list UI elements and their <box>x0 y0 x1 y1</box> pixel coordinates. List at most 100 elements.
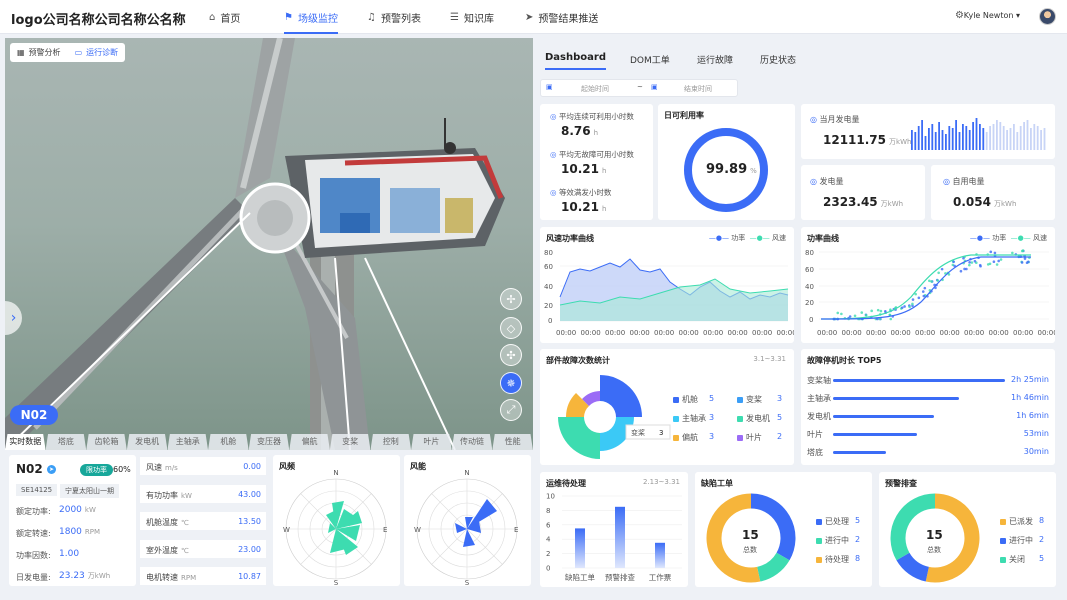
avatar[interactable] <box>1039 8 1056 25</box>
stop-top5-card: 故障停机时长 TOP5 变桨轴 2h 25min 主轴承 1h 46min 发电机 1h … <box>801 349 1055 465</box>
defect-total: 15 <box>742 528 759 542</box>
scatter-point <box>836 312 839 315</box>
spark-bar <box>945 134 947 150</box>
date-range-picker[interactable]: ▣ 起始时间 ~ ▣ 结束时间 <box>540 79 738 97</box>
subtab-0[interactable]: 实时数据 <box>5 434 46 450</box>
scatter-point <box>901 306 904 309</box>
legend-value: 2 <box>1039 535 1044 544</box>
top5-value: 1h 46min <box>1011 393 1049 402</box>
subtab-2[interactable]: 齿轮箱 <box>86 434 127 450</box>
subtab-6[interactable]: 变压器 <box>249 434 290 450</box>
cube-icon[interactable]: ◇ <box>500 317 522 339</box>
turbine-view-icon[interactable]: ✢ <box>500 288 522 310</box>
spark-bar <box>993 124 995 150</box>
wind-frequency-rose: 风频 N E S W <box>273 455 400 586</box>
spark-bar <box>1030 128 1032 150</box>
legend-value: 5 <box>777 413 782 422</box>
x-tick: 00:00 <box>728 329 748 337</box>
info-value: 2000 kW <box>59 505 96 515</box>
subtab-7[interactable]: 偏航 <box>289 434 330 450</box>
tab-dashboard[interactable]: Dashboard <box>545 52 606 63</box>
power-percent: 60% <box>113 465 131 474</box>
subtab-4[interactable]: 主轴承 <box>167 434 208 450</box>
x-tick: 00:00 <box>752 329 772 337</box>
legend-value: 2 <box>777 432 782 441</box>
nav-warning-list[interactable]: ♫ 预警列表 <box>367 0 421 34</box>
param-value: 43.00 <box>238 490 261 499</box>
x-tick: 00:00 <box>1038 329 1056 337</box>
svg-text:40: 40 <box>544 283 553 291</box>
svg-text:80: 80 <box>544 249 553 257</box>
analysis-button[interactable]: ▦ 预警分析 <box>10 43 68 62</box>
info-label: 功率因数: <box>16 550 51 561</box>
top5-bar <box>833 397 959 400</box>
legend-value: 8 <box>855 554 860 563</box>
ops-bar-chart: 1086420缺陷工单 预警排查 工作票 <box>540 472 688 587</box>
scatter-point <box>937 271 940 274</box>
parts-fault-card: 部件故障次数统计 3.1~3.31 变桨 3 机舱 5 变桨 3 主轴承 3 发电机 5 偏航 3… <box>540 349 794 465</box>
end-date-input[interactable]: 结束时间 <box>684 84 712 94</box>
network-icon[interactable]: ✵ <box>500 372 522 394</box>
tab-history[interactable]: 历史状态 <box>760 53 796 66</box>
spark-bar <box>969 130 971 150</box>
month-generation-value: 12111.75 万kWh <box>823 133 911 147</box>
hours-value: 10.21 h <box>561 200 606 214</box>
svg-text:0: 0 <box>809 316 813 324</box>
legend-value: 5 <box>1039 554 1044 563</box>
x-tick: 00:00 <box>654 329 674 337</box>
home-icon: ⌂ <box>209 12 215 23</box>
info-label: 额定转速: <box>16 528 51 539</box>
spark-bar <box>938 122 940 150</box>
x-tick: 工作票 <box>649 572 672 582</box>
info-value: 1800 RPM <box>59 527 100 537</box>
lightning-icon: ◎ <box>810 115 817 124</box>
subtab-5[interactable]: 机舱 <box>208 434 249 450</box>
top-bar: logo公司名称公司名称公名称 ⌂ 首页 ⚑ 场级监控 ♫ 预警列表 ☰ 知识库 ➤ 预警… <box>0 0 1067 34</box>
turbine-name: N02 <box>16 462 43 476</box>
warning-total: 15 <box>926 528 943 542</box>
y-tick: 4 <box>546 536 551 544</box>
clock-icon: ◎ <box>550 188 559 197</box>
svg-text:20: 20 <box>805 299 814 307</box>
tab-dom[interactable]: DOM工单 <box>630 53 670 66</box>
rose2-s: S <box>465 579 470 586</box>
nav-home[interactable]: ⌂ 首页 <box>209 0 240 34</box>
turbine-info-card: N02 ➤ 限功率 60% SE14125 宁夏太阳山一期 额定功率: 2000 k… <box>9 455 136 586</box>
tab-faults[interactable]: 运行故障 <box>697 53 733 66</box>
subtab-10[interactable]: 叶片 <box>411 434 452 450</box>
subtab-11[interactable]: 传动链 <box>452 434 493 450</box>
nav-push[interactable]: ➤ 预警结果推送 <box>525 0 598 34</box>
svg-text:0: 0 <box>548 317 552 325</box>
legend-value: 2 <box>855 535 860 544</box>
gear-icon[interactable]: ⚙ <box>955 10 964 21</box>
rose1-s: S <box>334 579 339 586</box>
subtab-9[interactable]: 控制 <box>370 434 411 450</box>
top5-bar <box>833 433 917 436</box>
nav-knowledge[interactable]: ☰ 知识库 <box>450 0 494 34</box>
scatter-point <box>1011 252 1014 255</box>
self-use-card: ◎ 自用电量 0.054 万kWh <box>931 165 1055 220</box>
scatter-point <box>911 303 914 306</box>
scatter-point <box>936 279 939 282</box>
turbine-3d-viewer[interactable]: ▦ 预警分析 ▭ 运行诊断 ✢ ◇ ✣ ✵ ⤢ › N02 <box>5 38 533 450</box>
spark-bar <box>1020 126 1022 150</box>
diagnosis-button[interactable]: ▭ 运行诊断 <box>68 43 126 62</box>
subtab-8[interactable]: 变桨 <box>330 434 371 450</box>
wind-energy-rose: 风能 N E S W <box>404 455 531 586</box>
subtab-3[interactable]: 发电机 <box>127 434 168 450</box>
fullscreen-icon[interactable]: ⤢ <box>500 399 522 421</box>
fan-icon[interactable]: ✣ <box>500 344 522 366</box>
spark-bar <box>1010 128 1012 150</box>
spark-bar <box>928 128 930 150</box>
scatter-point <box>1024 257 1027 260</box>
subtab-1[interactable]: 塔底 <box>46 434 87 450</box>
start-date-input[interactable]: 起始时间 <box>581 84 609 94</box>
hours-card: ◎ 平均连续可利用小时数 8.76 h ◎ 平均无故障可用小时数 10.21 h ◎ 等效满… <box>540 104 653 220</box>
nav-field-monitor[interactable]: ⚑ 场级监控 <box>284 0 338 34</box>
subtab-12[interactable]: 性能 <box>492 434 533 450</box>
wind-power-plot: 6040200 80 00:00 00:00 00:00 00:00 00:00 00:0… <box>540 227 794 343</box>
send-icon: ➤ <box>525 12 533 23</box>
user-menu[interactable]: Kyle Newton ▾ <box>964 11 1020 20</box>
x-tick: 缺陷工单 <box>565 572 595 582</box>
scatter-point <box>960 270 963 273</box>
